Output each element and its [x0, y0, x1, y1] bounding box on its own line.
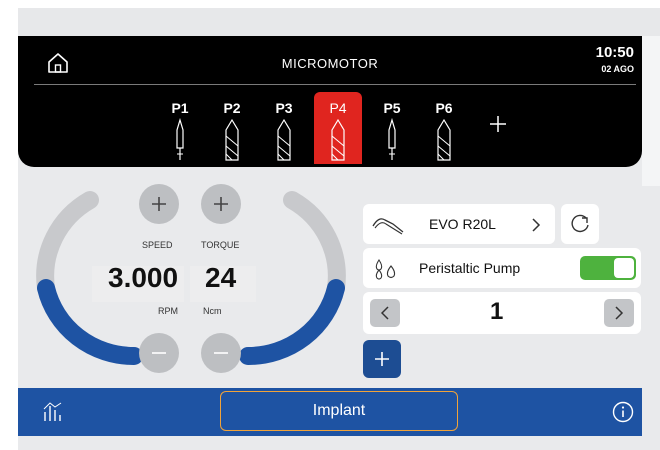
thin-bur-icon [388, 118, 396, 160]
clock-date: 02 AGO [601, 64, 634, 74]
program-label: P4 [329, 100, 347, 116]
footer-bar: Implant [18, 388, 642, 436]
program-tab-p2[interactable]: P2 [208, 92, 256, 164]
clock-time: 10:50 [595, 44, 634, 61]
program-tab-p3[interactable]: P3 [260, 92, 308, 164]
program-label: P6 [435, 100, 453, 116]
drill-icon [331, 118, 345, 161]
chevron-left-icon [380, 306, 389, 320]
side-strip [642, 36, 660, 186]
chevron-right-icon [532, 218, 541, 232]
rotate-clockwise-icon [571, 214, 589, 233]
header-bar: MICROMOTOR 10:50 02 AGO P1 P2 P3 P4 P5 P… [18, 36, 642, 167]
plus-icon [214, 197, 228, 211]
add-program-icon[interactable] [488, 114, 508, 134]
handpiece-selector[interactable]: EVO R20L [363, 204, 555, 244]
pump-toggle[interactable] [580, 256, 636, 280]
rotation-direction-button[interactable] [561, 204, 599, 244]
speed-increase-button[interactable] [139, 184, 179, 224]
program-tab-p4[interactable]: P4 [314, 92, 362, 164]
screen-title: MICROMOTOR [281, 56, 379, 71]
pump-label: Peristaltic Pump [419, 260, 521, 276]
screen: MICROMOTOR 10:50 02 AGO P1 P2 P3 P4 P5 P… [18, 8, 660, 450]
handpiece-icon [372, 218, 404, 235]
torque-caption: TORQUE [201, 240, 240, 250]
program-tab-p1[interactable]: P1 [156, 92, 204, 164]
handpiece-name: EVO R20L [429, 216, 496, 232]
minus-icon [152, 352, 166, 354]
procedure-mode-button[interactable]: Implant [220, 391, 458, 431]
toggle-knob [614, 258, 634, 278]
drill-icon [225, 118, 239, 161]
program-label: P1 [171, 100, 189, 116]
thin-bur-icon [176, 118, 184, 160]
minus-icon [214, 352, 228, 354]
program-label: P3 [275, 100, 293, 116]
info-icon[interactable] [612, 401, 634, 423]
speed-decrease-button[interactable] [139, 333, 179, 373]
program-label: P5 [383, 100, 401, 116]
torque-unit: Ncm [203, 306, 222, 316]
top-margin [18, 8, 660, 36]
water-drops-icon [375, 259, 396, 280]
program-label: P2 [223, 100, 241, 116]
program-tab-p5[interactable]: P5 [368, 92, 416, 164]
speed-unit: RPM [158, 306, 178, 316]
drill-icon [277, 118, 291, 161]
torque-increase-button[interactable] [201, 184, 241, 224]
program-tab-p6[interactable]: P6 [420, 92, 468, 164]
plus-icon [152, 197, 166, 211]
irrigation-decrease-button[interactable] [370, 299, 400, 327]
chevron-right-icon [615, 306, 624, 320]
speed-caption: SPEED [142, 240, 173, 250]
irrigation-level: 1 [490, 298, 504, 325]
speed-value: 3.000 [108, 262, 179, 293]
statistics-icon[interactable] [42, 400, 66, 422]
plus-icon [375, 352, 389, 366]
add-button[interactable] [363, 340, 401, 378]
irrigation-increase-button[interactable] [604, 299, 634, 327]
header-divider [34, 84, 636, 85]
torque-decrease-button[interactable] [201, 333, 241, 373]
torque-value: 24 [205, 262, 237, 293]
drill-icon [437, 118, 451, 161]
